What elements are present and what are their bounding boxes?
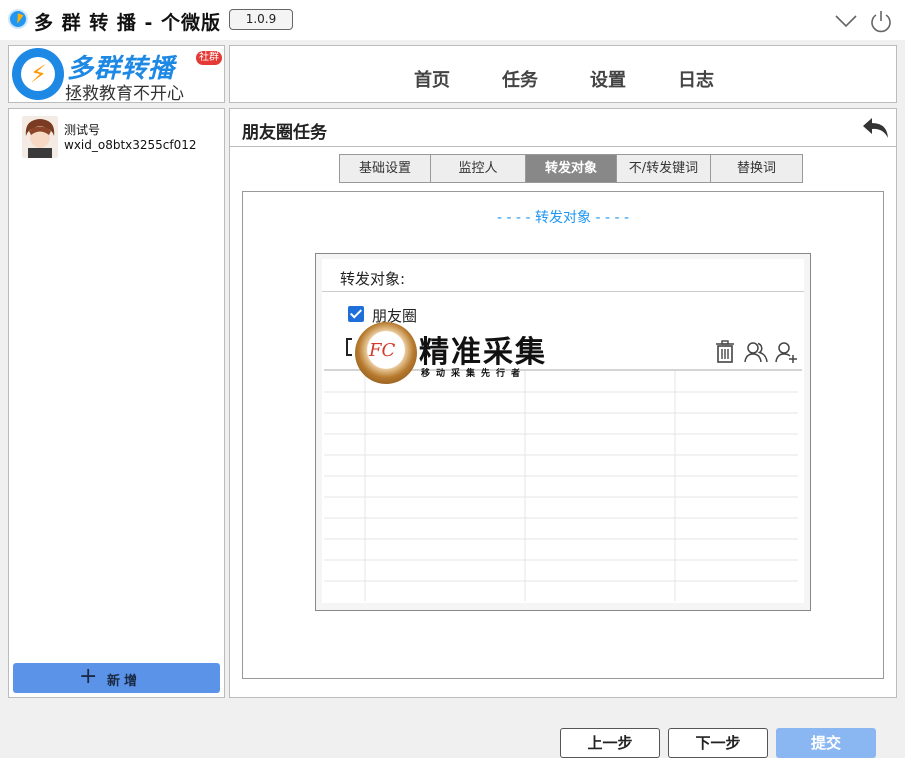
tab-monitors[interactable]: 监控人 [431, 155, 526, 182]
main-nav: 首页 任务 设置 日志 [229, 45, 897, 103]
account-item[interactable]: 测试号 wxid_o8btx3255cf012 [9, 109, 224, 163]
submit-button[interactable]: 提交 [776, 728, 876, 758]
power-icon[interactable] [868, 9, 894, 35]
logo-slogan: 拯救教育不开心 [65, 84, 184, 104]
forward-target-table [324, 371, 798, 601]
section-heading: - - - - 转发对象 - - - - [496, 210, 629, 226]
account-name: 测试号 [64, 123, 101, 137]
members-icon[interactable] [744, 340, 768, 364]
page-title: 朋友圈任务 [242, 123, 327, 143]
title-bar: 多 群 转 播 - 个微版 1.0.9 [0, 0, 905, 40]
nav-logs[interactable]: 日志 [678, 66, 714, 92]
account-wxid: wxid_o8btx3255cf012 [64, 138, 197, 152]
moments-checkbox[interactable] [348, 306, 364, 322]
forward-target-label: 转发对象: [340, 270, 406, 288]
logo-panel: ⚡ 多群转播 社群 拯救教育不开心 [8, 45, 225, 104]
trash-icon[interactable] [714, 340, 736, 364]
chevron-down-icon[interactable] [834, 9, 858, 33]
tab-content: - - - - 转发对象 - - - - 转发对象: 朋友圈 上一步 下一步 提… [242, 191, 884, 758]
app-title: 多 群 转 播 - 个微版 [34, 12, 221, 34]
task-panel: 朋友圈任务 基础设置 监控人 转发对象 不/转发键词 替换词 - - - - 转… [229, 108, 897, 758]
tab-keywords[interactable]: 不/转发键词 [617, 155, 711, 182]
task-header: 朋友圈任务 [230, 109, 896, 147]
divider [322, 291, 804, 292]
nav-tasks[interactable]: 任务 [502, 66, 538, 92]
undo-arrow-icon[interactable] [861, 115, 891, 141]
account-list: 测试号 wxid_o8btx3255cf012 + 新增 [8, 108, 225, 698]
add-account-label: 新增 [107, 674, 142, 689]
tab-forward-targets[interactable]: 转发对象 [526, 155, 617, 182]
next-step-button[interactable]: 下一步 [668, 728, 768, 758]
logo-tag: 社群 [196, 51, 222, 65]
nav-settings[interactable]: 设置 [590, 66, 626, 92]
moments-label: 朋友圈 [372, 307, 418, 325]
tab-replace-words[interactable]: 替换词 [711, 155, 802, 182]
nav-home[interactable]: 首页 [414, 66, 450, 92]
forward-target-inner: 转发对象: 朋友圈 [322, 259, 804, 603]
app-icon [8, 9, 28, 29]
prev-step-button[interactable]: 上一步 [560, 728, 660, 758]
version-badge: 1.0.9 [229, 9, 293, 30]
add-account-button[interactable]: + 新增 [13, 663, 220, 693]
forward-target-panel: 转发对象: 朋友圈 [315, 253, 811, 611]
plus-icon: + [79, 664, 98, 689]
tab-basic-settings[interactable]: 基础设置 [340, 155, 431, 182]
task-tabs: 基础设置 监控人 转发对象 不/转发键词 替换词 [339, 154, 803, 183]
avatar [22, 116, 58, 158]
lightning-logo-icon: ⚡ [12, 48, 64, 100]
group-checkbox[interactable] [346, 338, 352, 356]
add-member-icon[interactable] [774, 340, 798, 364]
